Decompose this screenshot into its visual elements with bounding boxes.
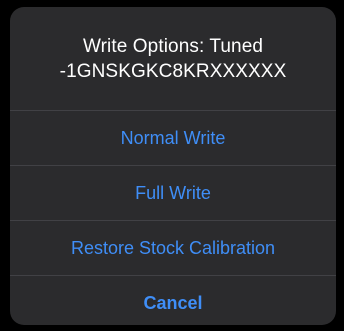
alert-title-line-1: Write Options: Tuned	[82, 35, 264, 57]
write-options-alert: Write Options: Tuned -1GNSKGKC8KRXXXXXX …	[10, 7, 336, 325]
full-write-button[interactable]: Full Write	[10, 165, 336, 220]
restore-stock-calibration-button[interactable]: Restore Stock Calibration	[10, 220, 336, 275]
alert-actions: Normal Write Full Write Restore Stock Ca…	[10, 110, 336, 325]
normal-write-button[interactable]: Normal Write	[10, 110, 336, 165]
cancel-button[interactable]: Cancel	[10, 275, 336, 325]
alert-title-line-2: -1GNSKGKC8KRXXXXXX	[59, 60, 287, 82]
alert-title: Write Options: Tuned -1GNSKGKC8KRXXXXXX	[48, 34, 299, 84]
dimmed-background: Write Options: Tuned -1GNSKGKC8KRXXXXXX …	[0, 0, 344, 331]
alert-header: Write Options: Tuned -1GNSKGKC8KRXXXXXX	[10, 7, 336, 110]
